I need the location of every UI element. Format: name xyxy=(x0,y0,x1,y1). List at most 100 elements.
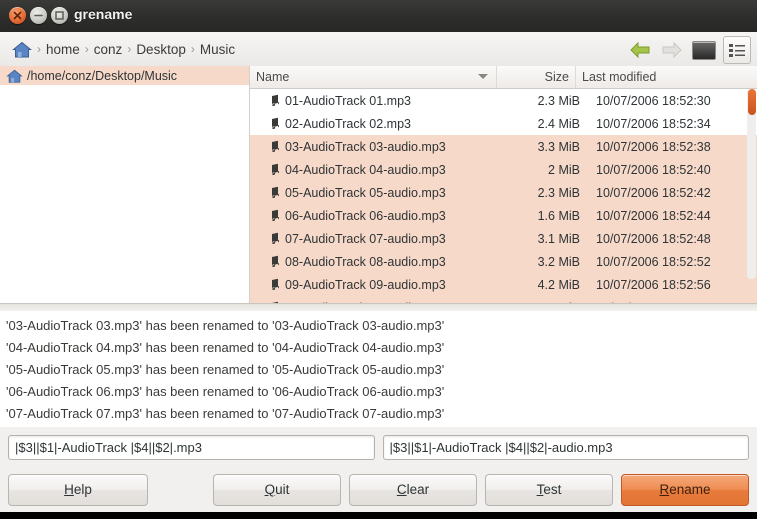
column-header-size[interactable]: Size xyxy=(497,66,576,88)
toolbar-actions xyxy=(627,36,751,64)
file-modified-cell: 10/07/2006 18:52:52 xyxy=(596,254,711,269)
file-browser: /home/conz/Desktop/Music Name Size Last … xyxy=(0,66,757,303)
column-header-modified[interactable]: Last modified xyxy=(576,66,757,88)
table-row[interactable]: 04-AudioTrack 04-audio.mp3 2 MiB 10/07/2… xyxy=(250,158,757,181)
help-button[interactable]: Help xyxy=(8,473,148,506)
file-name-label: 09-AudioTrack 09-audio.mp3 xyxy=(285,277,446,292)
file-name-cell: 03-AudioTrack 03-audio.mp3 xyxy=(250,140,508,154)
breadcrumb-separator-3: › xyxy=(190,42,195,56)
log-line: '04-AudioTrack 04.mp3' has been renamed … xyxy=(6,340,445,355)
file-name-label: 02-AudioTrack 02.mp3 xyxy=(285,116,411,131)
list-view-icon[interactable] xyxy=(723,36,751,64)
log-line: '06-AudioTrack 06.mp3' has been renamed … xyxy=(6,384,445,399)
column-header-modified-label: Last modified xyxy=(582,70,657,84)
search-pattern-input[interactable]: |$3||$1|-AudioTrack |$4||$2|.mp3 xyxy=(8,434,375,460)
column-header-size-label: Size xyxy=(544,70,569,84)
close-icon[interactable] xyxy=(9,7,26,24)
places-sidebar: /home/conz/Desktop/Music xyxy=(0,66,250,303)
table-row[interactable]: 02-AudioTrack 02.mp3 2.4 MiB 10/07/2006 … xyxy=(250,112,757,135)
minimize-icon[interactable] xyxy=(30,7,47,24)
log-panel: '03-AudioTrack 03.mp3' has been renamed … xyxy=(0,311,757,427)
table-row[interactable]: 10-AudioTrack 10-audio.mp3 3.1 MiB 10/07… xyxy=(250,296,757,303)
app-window: grename › home › conz › Desktop › Music xyxy=(0,0,757,519)
display-icon[interactable] xyxy=(691,37,717,63)
table-row[interactable]: 03-AudioTrack 03-audio.mp3 3.3 MiB 10/07… xyxy=(250,135,757,158)
file-name-cell: 02-AudioTrack 02.mp3 xyxy=(250,117,508,131)
file-modified-cell: 10/07/2006 18:52:38 xyxy=(596,139,711,154)
column-header-name[interactable]: Name xyxy=(250,66,497,88)
rename-text: ename xyxy=(669,482,711,497)
sidebar-item-label: /home/conz/Desktop/Music xyxy=(27,68,178,83)
file-name-cell: 05-AudioTrack 05-audio.mp3 xyxy=(250,186,508,200)
table-row[interactable]: 07-AudioTrack 07-audio.mp3 3.1 MiB 10/07… xyxy=(250,227,757,250)
quit-button[interactable]: Quit xyxy=(213,473,341,506)
home-icon[interactable] xyxy=(12,41,32,58)
chevron-down-icon xyxy=(478,74,488,79)
vertical-scrollbar-track[interactable] xyxy=(747,89,756,279)
file-name-label: 03-AudioTrack 03-audio.mp3 xyxy=(285,139,446,154)
breadcrumb-separator-0: › xyxy=(37,42,41,56)
music-note-icon xyxy=(272,278,279,290)
file-modified-cell: 10/07/2006 18:52:30 xyxy=(596,93,711,108)
test-text: est xyxy=(543,482,562,497)
file-size-cell: 2.3 MiB xyxy=(537,93,580,108)
quit-text: uit xyxy=(275,482,290,497)
sidebar-item-music[interactable]: /home/conz/Desktop/Music xyxy=(0,66,249,85)
file-size-cell: 2.3 MiB xyxy=(537,185,580,200)
quit-button-label: Quit xyxy=(265,482,290,497)
quit-mnemonic: Q xyxy=(264,482,276,497)
file-modified-cell: 10/07/2006 18:52:44 xyxy=(596,208,711,223)
music-note-icon xyxy=(272,163,279,175)
table-row[interactable]: 06-AudioTrack 06-audio.mp3 1.6 MiB 10/07… xyxy=(250,204,757,227)
file-name-label: 07-AudioTrack 07-audio.mp3 xyxy=(285,231,446,246)
back-arrow-icon[interactable] xyxy=(627,37,653,63)
table-row[interactable]: 08-AudioTrack 08-audio.mp3 3.2 MiB 10/07… xyxy=(250,250,757,273)
log-line: '03-AudioTrack 03.mp3' has been renamed … xyxy=(6,318,445,333)
home-icon xyxy=(6,69,23,83)
breadcrumb-item-music[interactable]: Music xyxy=(200,42,235,57)
log-line: '07-AudioTrack 07.mp3' has been renamed … xyxy=(6,406,445,421)
file-size-cell: 3.2 MiB xyxy=(537,254,580,269)
file-size-cell: 3.3 MiB xyxy=(537,139,580,154)
action-bar: Help Quit Clear Test Rename xyxy=(0,467,757,512)
replace-pattern-input[interactable]: |$3||$1|-AudioTrack |$4||$2|-audio.mp3 xyxy=(382,434,749,460)
music-note-icon xyxy=(272,117,279,129)
breadcrumb-item-home[interactable]: home xyxy=(46,42,80,57)
pattern-row: |$3||$1|-AudioTrack |$4||$2|.mp3 |$3||$1… xyxy=(0,427,757,467)
table-row[interactable]: 09-AudioTrack 09-audio.mp3 4.2 MiB 10/07… xyxy=(250,273,757,296)
music-note-icon xyxy=(272,209,279,221)
rename-mnemonic: R xyxy=(659,482,670,497)
music-note-icon xyxy=(272,186,279,198)
table-row[interactable]: 05-AudioTrack 05-audio.mp3 2.3 MiB 10/07… xyxy=(250,181,757,204)
file-size-cell: 1.6 MiB xyxy=(537,208,580,223)
test-button[interactable]: Test xyxy=(485,473,613,506)
breadcrumb-separator-2: › xyxy=(127,42,132,56)
help-text: elp xyxy=(73,482,92,497)
rename-button[interactable]: Rename xyxy=(621,473,749,506)
window-title: grename xyxy=(74,6,133,22)
breadcrumb-separator-1: › xyxy=(84,42,89,56)
file-name-cell: 01-AudioTrack 01.mp3 xyxy=(250,94,508,108)
breadcrumb-item-conz[interactable]: conz xyxy=(94,42,123,57)
maximize-icon[interactable] xyxy=(51,7,68,24)
clear-button-label: Clear xyxy=(397,482,429,497)
file-list: Name Size Last modified 01-AudioTrack 01… xyxy=(250,66,757,303)
table-row[interactable]: 01-AudioTrack 01.mp3 2.3 MiB 10/07/2006 … xyxy=(250,89,757,112)
log-line: '05-AudioTrack 05.mp3' has been renamed … xyxy=(6,362,445,377)
vertical-scrollbar-thumb[interactable] xyxy=(748,89,756,115)
help-button-label: Help xyxy=(64,482,92,497)
clear-mnemonic: C xyxy=(396,482,407,497)
file-modified-cell: 10/07/2006 18:52:48 xyxy=(596,231,711,246)
music-note-icon xyxy=(272,140,279,152)
file-modified-cell: 10/07/2006 18:52:34 xyxy=(596,116,711,131)
file-size-cell: 2.4 MiB xyxy=(537,116,580,131)
test-button-label: Test xyxy=(537,482,562,497)
file-name-label: 04-AudioTrack 04-audio.mp3 xyxy=(285,162,446,177)
file-rows: 01-AudioTrack 01.mp3 2.3 MiB 10/07/2006 … xyxy=(250,89,757,303)
breadcrumb-item-desktop[interactable]: Desktop xyxy=(136,42,186,57)
rename-button-label: Rename xyxy=(659,482,710,497)
file-size-cell: 4.2 MiB xyxy=(537,277,580,292)
file-name-cell: 09-AudioTrack 09-audio.mp3 xyxy=(250,278,508,292)
clear-button[interactable]: Clear xyxy=(349,473,477,506)
file-name-label: 05-AudioTrack 05-audio.mp3 xyxy=(285,185,446,200)
